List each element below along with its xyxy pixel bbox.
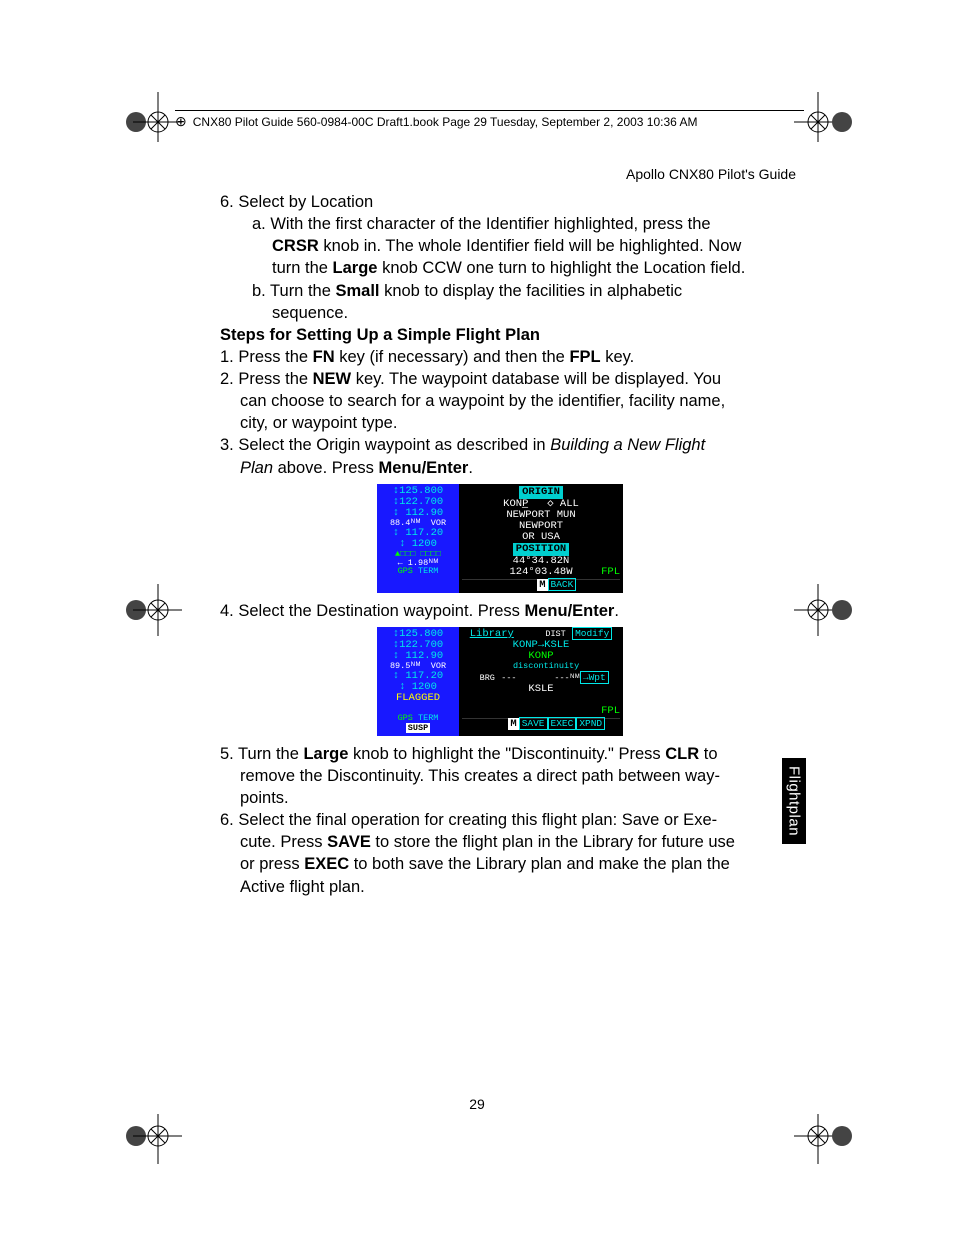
page-number: 29: [0, 1096, 954, 1112]
gps-mode2: GPS TERM: [379, 714, 457, 723]
step5-line1: 5. Turn the Large knob to highlight the …: [220, 744, 780, 764]
step5-line2: remove the Discontinuity. This creates a…: [220, 766, 780, 786]
step2-line1: 2. Press the NEW key. The waypoint datab…: [220, 369, 780, 389]
book-header-text: CNX80 Pilot Guide 560-0984-00C Draft1.bo…: [193, 115, 698, 129]
book-header: ⊕ CNX80 Pilot Guide 560-0984-00C Draft1.…: [175, 110, 804, 130]
steps-heading: Steps for Setting Up a Simple Flight Pla…: [220, 325, 780, 345]
fpl-softkey: FPL: [601, 567, 620, 578]
step2-line2: can choose to search for a waypoint by t…: [220, 391, 780, 411]
step6a-line1: a. With the first character of the Ident…: [220, 214, 780, 234]
step6-line2: cute. Press SAVE to store the flight pla…: [220, 832, 780, 852]
step6b-line2: sequence.: [220, 303, 780, 323]
step6a-line2: CRSR knob in. The whole Identifier field…: [220, 236, 780, 256]
running-head: Apollo CNX80 Pilot's Guide: [626, 166, 796, 182]
wpt-softkey: →Wpt: [580, 671, 609, 684]
header-mark-icon: ⊕: [175, 113, 187, 130]
step3-line1: 3. Select the Origin waypoint as describ…: [220, 435, 780, 455]
body-content: 6. Select by Location a. With the first …: [220, 192, 780, 899]
modify-softkey: Modify: [572, 627, 612, 640]
origin-ident-row: KONP̲ ◇ ALL: [462, 499, 620, 510]
com-active-freq: ↕125.800: [379, 486, 457, 497]
section-tab-flightplan: Flightplan: [782, 758, 806, 844]
device-screen-library: ↕125.800 ↕122.700 ↕ 112.90 89.5ᴺᴹ VOR ↕ …: [377, 627, 623, 736]
step6-line3: or press EXEC to both save the Library p…: [220, 854, 780, 874]
origin-region: OR USA: [462, 532, 620, 543]
device1-left-column: ↕125.800 ↕122.700 ↕ 112.90 88.4ᴺᴹ VOR ↕ …: [377, 484, 459, 593]
xpdr-code: ↕ 1200: [379, 539, 457, 550]
step4: 4. Select the Destination waypoint. Pres…: [220, 601, 780, 621]
step1: 1. Press the FN key (if necessary) and t…: [220, 347, 780, 367]
menu-indicator: M: [537, 579, 547, 591]
step6-head: 6. Select by Location: [220, 192, 780, 212]
fpl-softkey2: FPL: [601, 706, 620, 717]
step5-line3: points.: [220, 788, 780, 808]
susp-indicator: SUSP: [406, 723, 430, 733]
device2-right-column: Library DIST Modify KONP→KSLE KONP disco…: [459, 627, 623, 736]
device-screen-origin: ↕125.800 ↕122.700 ↕ 112.90 88.4ᴺᴹ VOR ↕ …: [377, 484, 623, 593]
device1-softkeys: MBACK: [462, 579, 620, 591]
crop-mark-br: [794, 1112, 858, 1176]
step6-line4: Active flight plan.: [220, 877, 780, 897]
position-lon: 124°03.48WFPL: [462, 567, 620, 578]
step3-line2: Plan above. Press Menu/Enter.: [220, 458, 780, 478]
exec-softkey: EXEC: [548, 717, 577, 730]
crop-mark-bl: [118, 1112, 182, 1176]
fpl-dest: KSLE: [462, 684, 620, 695]
save-softkey: SAVE: [519, 717, 548, 730]
crop-mark-ml: [118, 578, 182, 642]
crop-mark-mr: [794, 578, 858, 642]
crop-mark-tl: [118, 82, 182, 146]
step6-line1: 6. Select the final operation for creati…: [220, 810, 780, 830]
flagged-indicator: FLAGGED: [379, 693, 457, 704]
menu-indicator2: M: [508, 718, 518, 730]
step2-line3: city, or waypoint type.: [220, 413, 780, 433]
com-standby-freq: ↕122.700: [379, 497, 457, 508]
step6b-line1: b. Turn the Small knob to display the fa…: [220, 281, 780, 301]
gps-mode: GPS TERM: [379, 567, 457, 576]
device2-left-column: ↕125.800 ↕122.700 ↕ 112.90 89.5ᴺᴹ VOR ↕ …: [377, 627, 459, 736]
nav-standby-freq: ↕ 117.20: [379, 528, 457, 539]
xpnd-softkey: XPND: [576, 717, 605, 730]
device1-right-column: ORIGIN KONP̲ ◇ ALL NEWPORT MUN NEWPORT O…: [459, 484, 623, 593]
back-softkey: BACK: [548, 578, 577, 591]
step6a-line3: turn the Large knob CCW one turn to high…: [220, 258, 780, 278]
position-header: POSITION: [513, 543, 569, 556]
device2-softkeys: MSAVEEXECXPND: [462, 718, 620, 730]
